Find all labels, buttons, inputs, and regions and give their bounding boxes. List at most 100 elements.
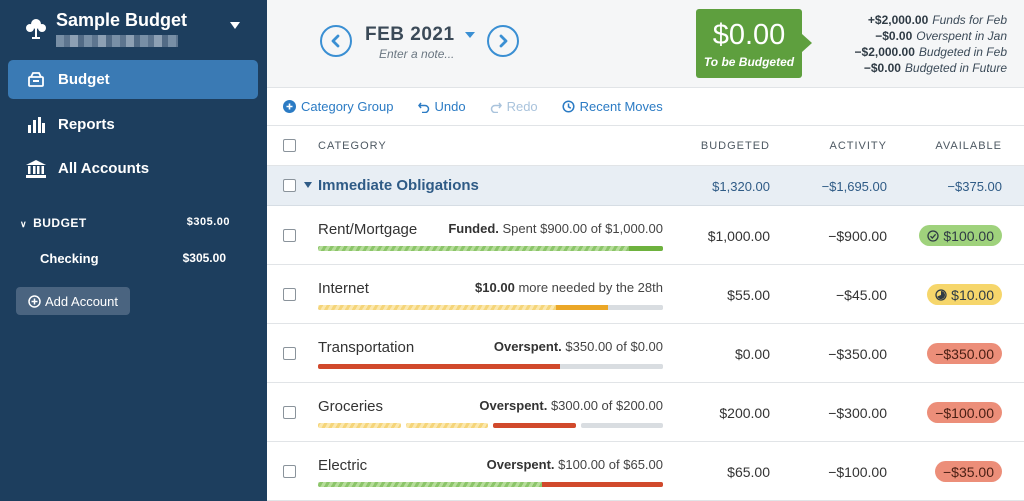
summary-label: Budgeted in Future (904, 61, 1007, 75)
row-checkbox[interactable] (283, 347, 296, 360)
bank-icon (26, 159, 46, 179)
available-pill[interactable]: $10.00 (927, 284, 1002, 305)
summary-amount: +$2,000.00 (867, 13, 929, 27)
group-checkbox[interactable] (283, 179, 296, 192)
nav-reports-label: Reports (58, 116, 115, 133)
available-amount: −$350.00 (935, 345, 994, 362)
undo-icon (417, 102, 429, 113)
add-account-button[interactable]: Add Account (16, 287, 130, 315)
category-status: Overspent. $100.00 of $65.00 (487, 457, 663, 472)
group-name[interactable]: Immediate Obligations (318, 177, 479, 194)
available-pill[interactable]: −$35.00 (935, 461, 1002, 482)
row-checkbox[interactable] (283, 229, 296, 242)
header-activity[interactable]: ACTIVITY (829, 140, 887, 152)
nav-budget-label: Budget (58, 71, 110, 88)
budget-header: FEB 2021 Enter a note... $0.00 To be Bud… (267, 0, 1024, 88)
user-email-blurred (56, 35, 178, 47)
progress-overspent (318, 364, 560, 369)
chevron-left-icon (331, 34, 340, 48)
budgeted-amount[interactable]: $55.00 (727, 287, 770, 303)
month-note-input[interactable]: Enter a note... (379, 47, 454, 61)
activity-amount[interactable]: −$350.00 (828, 346, 887, 362)
budgeted-amount[interactable]: $200.00 (719, 405, 770, 421)
budgeted-amount[interactable]: $1,000.00 (708, 228, 770, 244)
chevron-down-icon[interactable] (230, 22, 240, 29)
row-checkbox[interactable] (283, 465, 296, 478)
summary-label: Budgeted in Feb (918, 45, 1007, 59)
category-row[interactable]: Electric Overspent. $100.00 of $65.00 $6… (267, 442, 1024, 501)
available-pill[interactable]: −$100.00 (927, 402, 1002, 423)
add-category-group-button[interactable]: Category Group (283, 99, 394, 114)
progress-week-3 (493, 423, 576, 428)
select-all-checkbox[interactable] (283, 139, 296, 152)
account-group-amount: $305.00 (186, 216, 230, 228)
next-month-button[interactable] (487, 25, 519, 57)
status-bold: Overspent. (486, 457, 555, 472)
tbb-pointer (802, 34, 812, 52)
activity-amount[interactable]: −$100.00 (828, 464, 887, 480)
nav-reports[interactable]: Reports (8, 105, 258, 144)
bar-chart-icon (26, 115, 46, 135)
group-available: −$375.00 (947, 179, 1002, 194)
category-status: Funded. Spent $900.00 of $1,000.00 (448, 221, 663, 236)
status-text: Spent $900.00 of $1,000.00 (502, 221, 663, 236)
available-amount: $100.00 (943, 227, 994, 244)
prev-month-button[interactable] (320, 25, 352, 57)
category-name[interactable]: Rent/Mortgage (318, 221, 417, 238)
budget-switcher[interactable]: Sample Budget (0, 0, 267, 56)
activity-amount[interactable]: −$45.00 (836, 287, 887, 303)
budget-toolbar: Category Group Undo Redo Recent Moves (267, 88, 1024, 126)
redo-button[interactable]: Redo (490, 99, 538, 114)
status-bold: $10.00 (475, 280, 515, 295)
nav-budget[interactable]: Budget (8, 60, 258, 99)
month-selector[interactable]: FEB 2021 (365, 24, 455, 46)
available-pill[interactable]: $100.00 (919, 225, 1002, 246)
activity-amount[interactable]: −$300.00 (828, 405, 887, 421)
budgeted-amount[interactable]: $65.00 (727, 464, 770, 480)
status-text: $350.00 of $0.00 (565, 339, 663, 354)
summary-line: −$0.00 Overspent in Jan (821, 28, 1007, 44)
status-bold: Overspent. (479, 398, 548, 413)
progress-bar (318, 246, 663, 251)
sidebar: Sample Budget Budget Reports All Account… (0, 0, 267, 501)
category-group-row[interactable]: Immediate Obligations $1,320.00 −$1,695.… (267, 166, 1024, 206)
to-be-budgeted-label: To be Budgeted (703, 55, 795, 69)
category-name[interactable]: Transportation (318, 339, 414, 356)
summary-label: Funds for Feb (932, 13, 1007, 27)
account-group-label: BUDGET (33, 216, 87, 230)
undo-button[interactable]: Undo (417, 99, 466, 114)
activity-amount[interactable]: −$900.00 (828, 228, 887, 244)
category-name[interactable]: Internet (318, 280, 369, 297)
caret-down-icon[interactable] (465, 32, 475, 38)
row-checkbox[interactable] (283, 406, 296, 419)
progress-spent (318, 246, 629, 251)
undo-label: Undo (434, 99, 466, 114)
available-amount: −$100.00 (935, 404, 994, 421)
nav-all-accounts[interactable]: All Accounts (8, 149, 258, 188)
category-name[interactable]: Electric (318, 457, 367, 474)
category-row[interactable]: Rent/Mortgage Funded. Spent $900.00 of $… (267, 206, 1024, 265)
progress-spent (318, 482, 543, 487)
category-name[interactable]: Groceries (318, 398, 383, 415)
category-row[interactable]: Transportation Overspent. $350.00 of $0.… (267, 324, 1024, 383)
to-be-budgeted-box[interactable]: $0.00 To be Budgeted (696, 9, 802, 78)
row-checkbox[interactable] (283, 288, 296, 301)
status-bold: Funded. (448, 221, 499, 236)
account-checking[interactable]: Checking $305.00 (40, 251, 226, 266)
table-header: CATEGORY BUDGETED ACTIVITY AVAILABLE (267, 126, 1024, 166)
progress-bar (318, 482, 663, 487)
plus-circle-icon (283, 100, 296, 113)
header-category[interactable]: CATEGORY (318, 140, 387, 152)
header-budgeted[interactable]: BUDGETED (701, 140, 770, 152)
available-pill[interactable]: −$350.00 (927, 343, 1002, 364)
summary-label: Overspent in Jan (916, 29, 1007, 43)
category-row[interactable]: Internet $10.00 more needed by the 28th … (267, 265, 1024, 324)
header-available[interactable]: AVAILABLE (935, 140, 1002, 152)
budgeted-amount[interactable]: $0.00 (735, 346, 770, 362)
progress-available (556, 305, 608, 310)
account-group-budget[interactable]: ∨ BUDGET $305.00 (20, 216, 230, 230)
category-row[interactable]: Groceries Overspent. $300.00 of $200.00 … (267, 383, 1024, 442)
recent-moves-button[interactable]: Recent Moves (562, 99, 663, 114)
collapse-caret-icon[interactable] (304, 182, 312, 188)
add-account-label: Add Account (45, 293, 118, 309)
